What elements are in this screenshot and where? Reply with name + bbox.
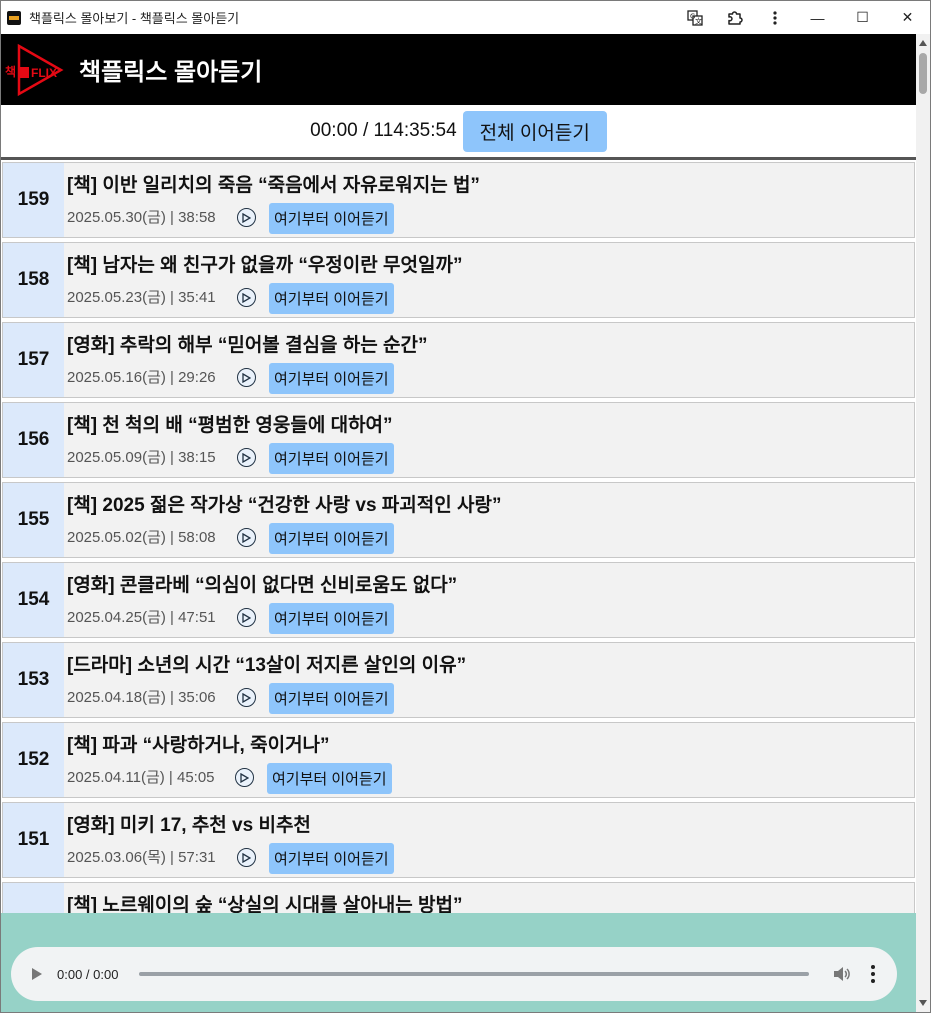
- episode-title: [책] 남자는 왜 친구가 없을까 “우정이란 무엇일까”: [67, 255, 463, 276]
- episode-number: 151: [3, 803, 64, 877]
- episode-title: [영화] 콘클라베 “의심이 없다면 신비로움도 없다”: [67, 575, 458, 596]
- scrollbar[interactable]: [916, 34, 930, 1012]
- episode-title: [영화] 추락의 해부 “믿어볼 결심을 하는 순간”: [67, 335, 428, 356]
- episode-row: 158 [책] 남자는 왜 친구가 없을까 “우정이란 무엇일까” 2025.0…: [2, 242, 915, 318]
- volume-icon[interactable]: [833, 966, 851, 982]
- episode-row: 157 [영화] 추락의 해부 “믿어볼 결심을 하는 순간” 2025.05.…: [2, 322, 915, 398]
- episode-number: 152: [3, 723, 64, 797]
- scroll-up-arrow-icon[interactable]: [919, 40, 927, 46]
- resume-from-here-button[interactable]: 여기부터 이어듣기: [269, 843, 394, 874]
- episode-title: [책] 이반 일리치의 죽음 “죽음에서 자유로워지는 법”: [67, 175, 480, 196]
- resume-from-here-button[interactable]: 여기부터 이어듣기: [269, 683, 394, 714]
- total-time: 00:00 / 114:35:54: [310, 120, 457, 141]
- extensions-icon[interactable]: [715, 1, 755, 34]
- episode-meta: 2025.05.23(금) | 35:41: [67, 289, 216, 306]
- minimize-button[interactable]: —: [795, 1, 840, 34]
- chakflix-logo: 책 FLIX: [5, 42, 67, 98]
- audio-more-icon[interactable]: [871, 965, 875, 983]
- audio-player: 0:00 / 0:00: [11, 947, 897, 1001]
- episode-row: 153 [드라마] 소년의 시간 “13살이 저지른 살인의 이유” 2025.…: [2, 642, 915, 718]
- episode-row-partial: [책] 노르웨이의 숲 “상실의 시대를 살아내는 방법”: [2, 882, 915, 913]
- episode-title: [책] 2025 젊은 작가상 “건강한 사랑 vs 파괴적인 사랑”: [67, 495, 502, 516]
- play-icon[interactable]: [237, 608, 256, 627]
- audio-footer: 0:00 / 0:00: [1, 913, 916, 1012]
- app-icon: [7, 10, 21, 25]
- play-icon[interactable]: [237, 448, 256, 467]
- play-icon[interactable]: [237, 528, 256, 547]
- resume-from-here-button[interactable]: 여기부터 이어듣기: [269, 283, 394, 314]
- episode-row: 152 [책] 파과 “사랑하거나, 죽이거나” 2025.04.11(금) |…: [2, 722, 915, 798]
- play-icon[interactable]: [237, 288, 256, 307]
- episode-row: 154 [영화] 콘클라베 “의심이 없다면 신비로움도 없다” 2025.04…: [2, 562, 915, 638]
- episode-meta: 2025.04.25(금) | 47:51: [67, 609, 216, 626]
- scrollbar-thumb[interactable]: [919, 53, 927, 94]
- episode-row: 155 [책] 2025 젊은 작가상 “건강한 사랑 vs 파괴적인 사랑” …: [2, 482, 915, 558]
- audio-seek-bar[interactable]: [139, 972, 809, 976]
- play-icon[interactable]: [235, 768, 254, 787]
- episode-list[interactable]: 159 [책] 이반 일리치의 죽음 “죽음에서 자유로워지는 법” 2025.…: [1, 160, 916, 913]
- episode-meta: 2025.05.09(금) | 38:15: [67, 449, 216, 466]
- play-icon[interactable]: [237, 688, 256, 707]
- episode-row: 151 [영화] 미키 17, 추천 vs 비추천 2025.03.06(목) …: [2, 802, 915, 878]
- episode-number: 155: [3, 483, 64, 557]
- title-bar: 책플릭스 몰아보기 - 책플릭스 몰아듣기 G文 — ☐ ✕: [1, 1, 930, 34]
- more-menu-icon[interactable]: [755, 1, 795, 34]
- episode-meta: 2025.05.30(금) | 38:58: [67, 209, 216, 226]
- resume-from-here-button[interactable]: 여기부터 이어듣기: [269, 363, 394, 394]
- resume-from-here-button[interactable]: 여기부터 이어듣기: [267, 763, 392, 794]
- page-title: 책플릭스 몰아듣기: [79, 59, 263, 86]
- episode-title: [영화] 미키 17, 추천 vs 비추천: [67, 815, 311, 836]
- episode-row: 159 [책] 이반 일리치의 죽음 “죽음에서 자유로워지는 법” 2025.…: [2, 162, 915, 238]
- svg-text:FLIX: FLIX: [31, 66, 57, 80]
- episode-number: 159: [3, 163, 64, 237]
- episode-number: 153: [3, 643, 64, 717]
- episode-number: 154: [3, 563, 64, 637]
- window-title: 책플릭스 몰아보기 - 책플릭스 몰아듣기: [29, 11, 240, 26]
- episode-meta: 2025.03.06(목) | 57:31: [67, 849, 216, 866]
- play-icon[interactable]: [237, 848, 256, 867]
- window-controls: G文 — ☐ ✕: [675, 1, 930, 34]
- resume-from-here-button[interactable]: 여기부터 이어듣기: [269, 523, 394, 554]
- resume-from-here-button[interactable]: 여기부터 이어듣기: [269, 603, 394, 634]
- app-header: 책 FLIX 책플릭스 몰아듣기: [1, 34, 916, 105]
- episode-row: 156 [책] 천 척의 배 “평범한 영웅들에 대하여” 2025.05.09…: [2, 402, 915, 478]
- episode-number: 156: [3, 403, 64, 477]
- play-icon[interactable]: [237, 208, 256, 227]
- audio-play-icon[interactable]: [32, 968, 42, 980]
- svg-text:文: 文: [695, 16, 702, 25]
- episode-title: [책] 천 척의 배 “평범한 영웅들에 대하여”: [67, 415, 393, 436]
- svg-text:책: 책: [5, 64, 16, 79]
- play-icon[interactable]: [237, 368, 256, 387]
- translate-icon[interactable]: G文: [675, 1, 715, 34]
- resume-all-button[interactable]: 전체 이어듣기: [462, 110, 607, 152]
- playlist-controls: 00:00 / 114:35:54 전체 이어듣기: [1, 105, 916, 160]
- episode-title: [책] 노르웨이의 숲 “상실의 시대를 살아내는 방법”: [67, 895, 463, 913]
- audio-time: 0:00 / 0:00: [57, 966, 119, 982]
- maximize-button[interactable]: ☐: [840, 1, 885, 34]
- episode-meta: 2025.05.02(금) | 58:08: [67, 529, 216, 546]
- resume-from-here-button[interactable]: 여기부터 이어듣기: [269, 443, 394, 474]
- episode-title: [책] 파과 “사랑하거나, 죽이거나”: [67, 735, 330, 756]
- scroll-down-arrow-icon[interactable]: [919, 1000, 927, 1006]
- close-button[interactable]: ✕: [885, 1, 930, 34]
- episode-meta: 2025.05.16(금) | 29:26: [67, 369, 216, 386]
- episode-number: 158: [3, 243, 64, 317]
- resume-from-here-button[interactable]: 여기부터 이어듣기: [269, 203, 394, 234]
- episode-meta: 2025.04.11(금) | 45:05: [67, 769, 215, 786]
- episode-number: 157: [3, 323, 64, 397]
- episode-number: [3, 883, 64, 913]
- episode-meta: 2025.04.18(금) | 35:06: [67, 689, 216, 706]
- app-window: 책플릭스 몰아보기 - 책플릭스 몰아듣기 G文 — ☐ ✕ 책 FLIX 책플…: [0, 0, 931, 1013]
- episode-title: [드라마] 소년의 시간 “13살이 저지른 살인의 이유”: [67, 655, 467, 676]
